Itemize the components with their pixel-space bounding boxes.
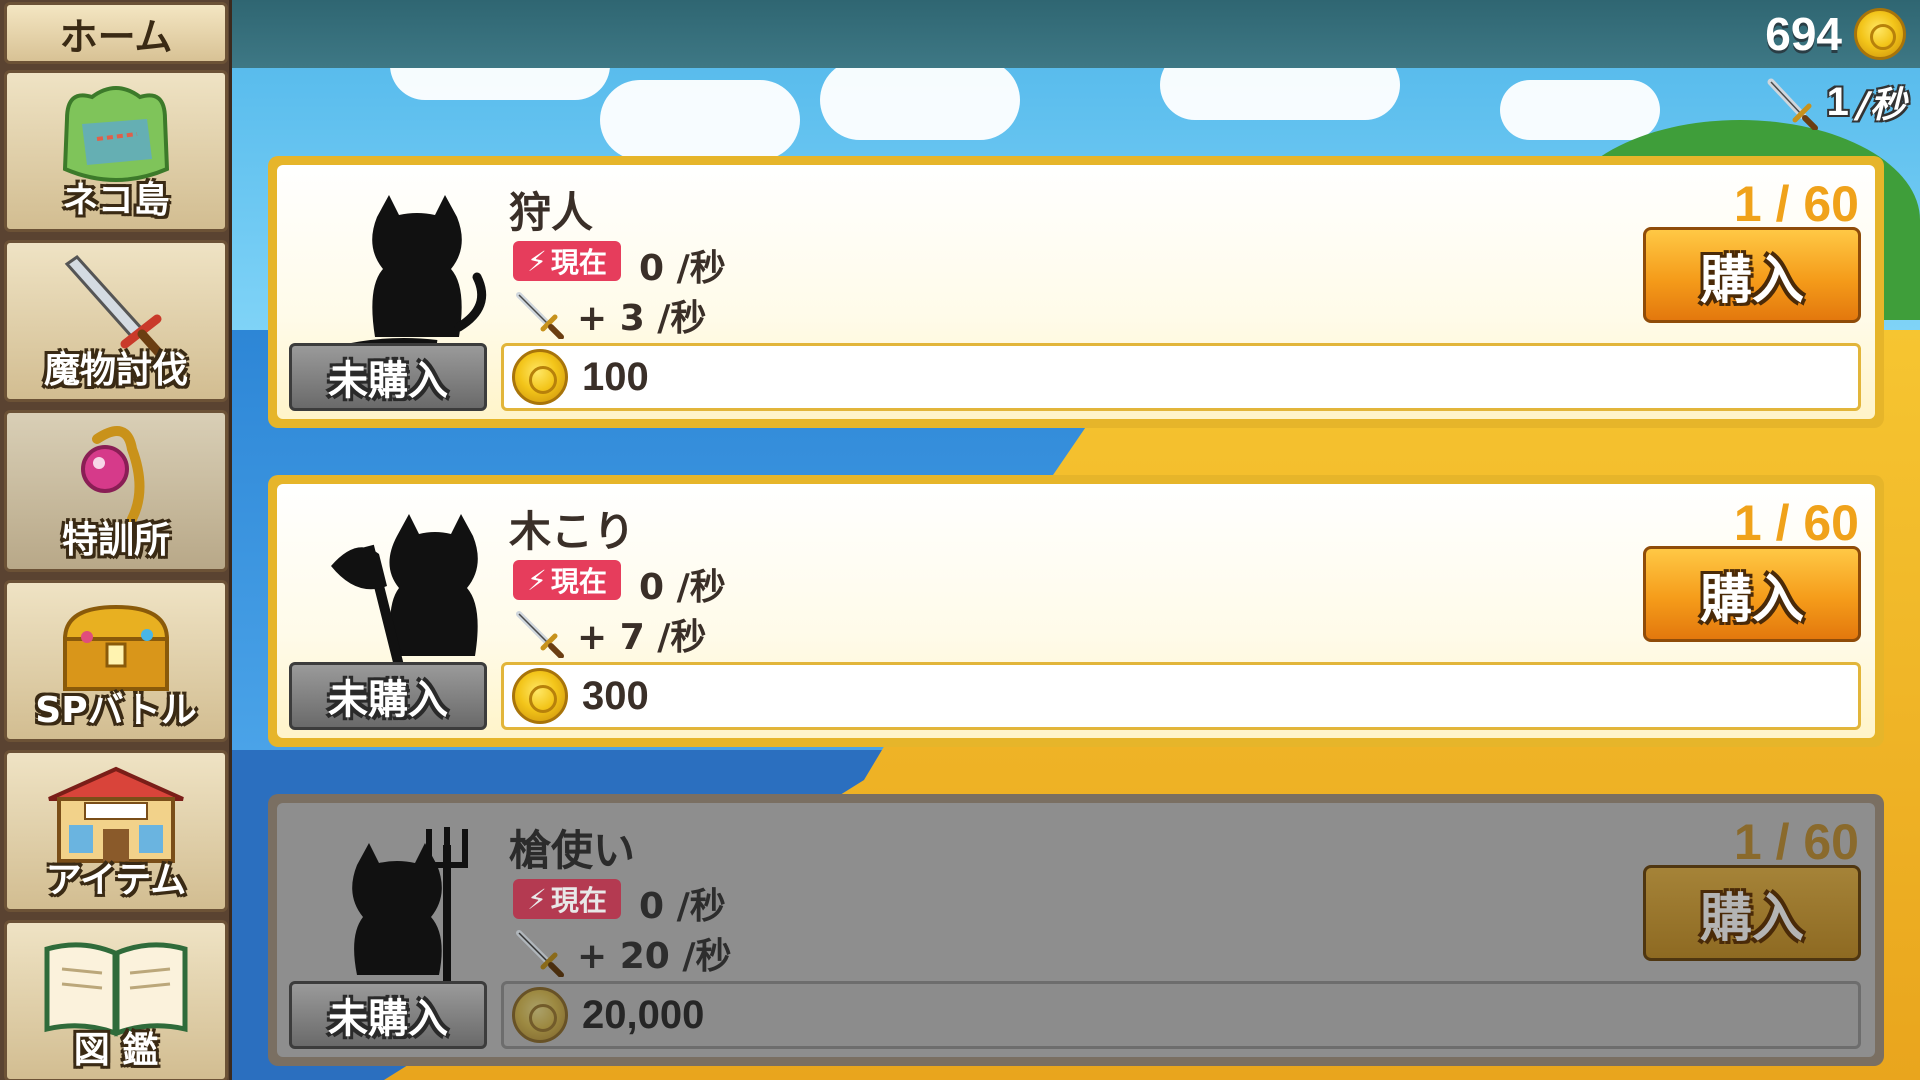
price-bar: 300 <box>501 662 1861 730</box>
rate-unit: /秒 <box>1856 85 1906 126</box>
sidebar: ホーム ネコ島 魔物討伐 特訓所 SPバトル アイテム 図 鑑 <box>0 0 232 1080</box>
income-rate: 1 /秒 <box>1763 74 1906 130</box>
unit-level: 1 / 60 <box>1733 495 1859 551</box>
cat-silhouette-icon <box>336 195 487 352</box>
lightning-icon: ⚡ <box>527 882 547 916</box>
sidebar-item-neko-island[interactable]: ネコ島 <box>4 70 228 232</box>
cloud <box>600 80 800 160</box>
sword-icon <box>516 611 564 658</box>
home-button[interactable]: ホーム <box>4 2 228 64</box>
buy-button[interactable]: 購入 <box>1643 546 1861 642</box>
unit-card-hunter: 狩人 ⚡ 現在 0 /秒 + 3 /秒 1 / 60 購入 未購入 100 <box>268 156 1884 428</box>
buy-button[interactable]: 購入 <box>1643 227 1861 323</box>
current-rate: 0 /秒 <box>639 567 726 608</box>
sidebar-item-training[interactable]: 特訓所 <box>4 410 228 572</box>
price-value: 100 <box>582 354 649 399</box>
unit-card-body: 狩人 ⚡ 現在 0 /秒 + 3 /秒 1 / 60 購入 未購入 100 <box>277 165 1875 419</box>
sidebar-item-label: ネコ島 <box>62 180 170 221</box>
cloud <box>1500 80 1660 140</box>
gain-rate: + 20 /秒 <box>577 936 732 977</box>
coin-icon <box>512 987 568 1043</box>
current-rate: 0 /秒 <box>639 886 726 927</box>
cloud <box>820 60 1020 140</box>
coin-icon <box>1854 8 1906 60</box>
unit-card-woodcutter: 木こり ⚡ 現在 0 /秒 + 7 /秒 1 / 60 購入 未購入 300 <box>268 475 1884 747</box>
current-badge-label: 現在 <box>550 884 607 917</box>
status-label: 未購入 <box>289 662 487 730</box>
price-value: 20,000 <box>582 992 705 1037</box>
sidebar-item-encyclopedia[interactable]: 図 鑑 <box>4 920 228 1080</box>
current-badge: ⚡ 現在 <box>513 560 621 600</box>
unit-level: 1 / 60 <box>1733 176 1859 232</box>
status-label: 未購入 <box>289 343 487 411</box>
current-badge-label: 現在 <box>550 246 607 279</box>
sidebar-item-label: 特訓所 <box>61 520 170 561</box>
unit-name: 狩人 <box>509 188 594 237</box>
cat-with-trident-silhouette-icon <box>352 827 468 985</box>
coin-icon <box>512 668 568 724</box>
unit-card-spearman: 槍使い ⚡ 現在 0 /秒 + 20 /秒 1 / 60 購入 未購入 20,0… <box>268 794 1884 1066</box>
sword-icon <box>516 292 564 339</box>
current-badge-label: 現在 <box>550 565 607 598</box>
status-label: 未購入 <box>289 981 487 1049</box>
home-label: ホーム <box>59 14 173 59</box>
gain-rate: + 3 /秒 <box>577 298 707 339</box>
cat-with-axe-silhouette-icon <box>331 514 478 668</box>
current-badge: ⚡ 現在 <box>513 879 621 919</box>
lightning-icon: ⚡ <box>527 563 547 597</box>
sword-icon <box>1767 78 1818 130</box>
sidebar-item-monster-hunt[interactable]: 魔物討伐 <box>4 240 228 402</box>
sidebar-item-label: SPバトル <box>35 690 197 731</box>
coin-icon <box>512 349 568 405</box>
unit-name: 槍使い <box>509 826 636 875</box>
rate-value: 1 <box>1826 79 1849 124</box>
header-band <box>0 0 1920 68</box>
unit-card-body: 木こり ⚡ 現在 0 /秒 + 7 /秒 1 / 60 購入 未購入 300 <box>277 484 1875 738</box>
unit-level: 1 / 60 <box>1733 814 1859 870</box>
sidebar-item-label: アイテム <box>45 860 187 901</box>
buy-button[interactable]: 購入 <box>1643 865 1861 961</box>
unit-name: 木こり <box>509 507 636 556</box>
sidebar-item-sp-battle[interactable]: SPバトル <box>4 580 228 742</box>
current-badge: ⚡ 現在 <box>513 241 621 281</box>
sidebar-item-items[interactable]: アイテム <box>4 750 228 912</box>
current-rate: 0 /秒 <box>639 248 726 289</box>
lightning-icon: ⚡ <box>527 244 547 278</box>
sidebar-item-label: 図 鑑 <box>73 1030 159 1071</box>
price-value: 300 <box>582 673 649 718</box>
gain-rate: + 7 /秒 <box>577 617 707 658</box>
unit-card-body: 槍使い ⚡ 現在 0 /秒 + 20 /秒 1 / 60 購入 未購入 20,0… <box>277 803 1875 1057</box>
coin-count: 694 <box>1765 8 1842 60</box>
sidebar-item-label: 魔物討伐 <box>43 350 188 391</box>
sword-icon <box>516 930 564 977</box>
price-bar: 20,000 <box>501 981 1861 1049</box>
price-bar: 100 <box>501 343 1861 411</box>
